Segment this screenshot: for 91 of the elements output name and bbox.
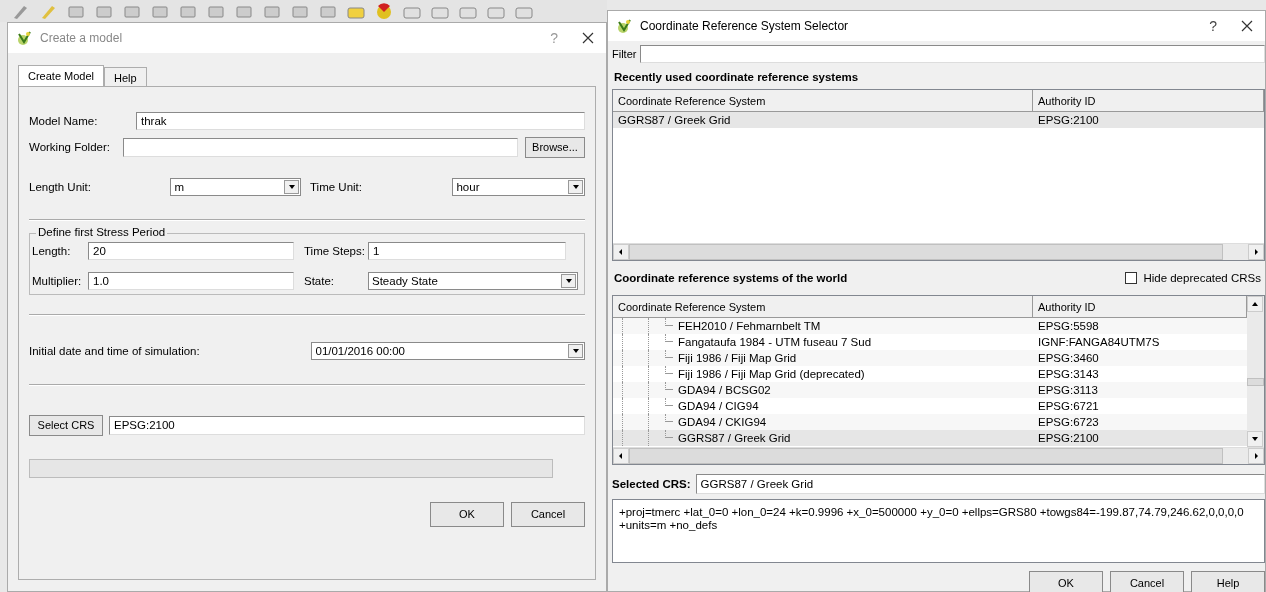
proj-definition-text: +proj=tmerc +lat_0=0 +lon_0=24 +k=0.9996 +x_0=500000 +y_0=0 +ellps=GRS80 +towgs84=-199.87,74.79,246.62,0,0,0,0 +units=m +no_defs xyxy=(612,499,1265,563)
table-row[interactable]: GGRS87 / Greek Grid EPSG:2100 xyxy=(613,112,1264,128)
field-label: Working Folder: xyxy=(29,141,111,153)
scroll-right-button[interactable] xyxy=(1248,448,1264,464)
table-cell-text: EPSG:3113 xyxy=(1037,384,1099,396)
input-field[interactable]: 20 xyxy=(88,242,294,260)
input-field[interactable]: 1 xyxy=(368,242,566,260)
table-cell-text: GDA94 / BCSG02 xyxy=(677,384,772,396)
field-label: Filter xyxy=(612,48,637,60)
table-cell-text: EPSG:6723 xyxy=(1037,416,1100,428)
filter-field[interactable] xyxy=(640,45,1265,63)
window-title: Create a model xyxy=(40,31,124,45)
field-label: Length: xyxy=(32,245,72,257)
dropdown[interactable]: m xyxy=(170,178,301,196)
input-field[interactable]: EPSG:2100 xyxy=(109,415,585,435)
field-label: Selected CRS: xyxy=(612,478,692,490)
app-logo-icon xyxy=(616,18,632,34)
input-field[interactable]: thrak xyxy=(136,112,585,130)
caret-left-icon xyxy=(617,248,625,256)
help-button[interactable]: ? xyxy=(1193,18,1233,34)
input-field[interactable]: GGRS87 / Greek Grid xyxy=(695,474,1265,494)
scrollbar-thumb[interactable] xyxy=(1247,377,1264,386)
table-cell-text: GGRS87 / Greek Grid xyxy=(677,432,792,444)
tab[interactable]: Create Model xyxy=(18,65,105,87)
caret-down-icon xyxy=(571,347,580,355)
field-label: Time Steps: xyxy=(303,245,366,257)
window-title: Coordinate Reference System Selector xyxy=(640,19,850,33)
tree-item[interactable]: GGRS87 / Greek Grid EPSG:2100 xyxy=(613,430,1247,446)
checkbox[interactable] xyxy=(1125,272,1138,284)
table-cell-text: IGNF:FANGA84UTM7S xyxy=(1037,336,1161,348)
help-button[interactable]: Help xyxy=(1191,571,1265,592)
table-cell-text: EPSG:2100 xyxy=(1037,432,1100,444)
field-label: Multiplier: xyxy=(32,275,83,287)
caret-right-icon xyxy=(1252,248,1260,256)
browse-button[interactable]: Browse... xyxy=(525,136,585,158)
table-cell-text: EPSG:6721 xyxy=(1037,400,1100,412)
scroll-up-button[interactable] xyxy=(1247,296,1263,312)
field-label: State: xyxy=(303,275,336,287)
field-label: Model Name: xyxy=(29,115,99,127)
scroll-down-button[interactable] xyxy=(1247,431,1263,447)
field-label: Time Unit: xyxy=(309,181,363,193)
caret-down-icon xyxy=(1251,435,1259,443)
scroll-left-button[interactable] xyxy=(613,448,629,464)
section-heading: Coordinate reference systems of the world xyxy=(614,272,848,284)
table-cell-text: EPSG:3143 xyxy=(1037,368,1100,380)
tree-item[interactable]: Fiji 1986 / Fiji Map Grid EPSG:3460 xyxy=(613,350,1247,366)
dropdown[interactable]: hour xyxy=(452,178,585,196)
input-field[interactable] xyxy=(123,137,518,157)
date-time-picker[interactable]: 01/01/2016 00:00 xyxy=(311,342,585,360)
field-label: Length Unit: xyxy=(29,181,92,193)
caret-down-icon xyxy=(287,183,296,191)
close-icon[interactable] xyxy=(582,32,594,44)
dropdown[interactable]: Steady State xyxy=(368,272,578,290)
select-crs-button[interactable]: Select CRS xyxy=(29,414,103,436)
tree-item[interactable]: FEH2010 / Fehmarnbelt TM EPSG:5598 xyxy=(613,318,1247,334)
close-icon[interactable] xyxy=(1241,20,1253,32)
table-cell-text: GDA94 / CKIG94 xyxy=(677,416,768,428)
table-cell-text: GGRS87 / Greek Grid xyxy=(617,114,732,126)
column-header[interactable]: Coordinate Reference System xyxy=(613,296,1033,317)
caret-right-icon xyxy=(1252,452,1260,460)
vertical-scrollbar[interactable] xyxy=(1247,296,1264,447)
scroll-right-button[interactable] xyxy=(1248,244,1264,260)
ok-button[interactable]: OK xyxy=(430,501,504,527)
group-title: Define first Stress Period xyxy=(36,226,168,238)
cancel-button[interactable]: Cancel xyxy=(1110,571,1184,592)
tree-item[interactable]: GDA94 / BCSG02 EPSG:3113 xyxy=(613,382,1247,398)
table-cell-text: EPSG:3460 xyxy=(1037,352,1100,364)
input-field[interactable]: 1.0 xyxy=(88,272,294,290)
caret-left-icon xyxy=(617,452,625,460)
table-cell-text: EPSG:2100 xyxy=(1037,114,1100,126)
scroll-left-button[interactable] xyxy=(613,244,629,260)
ok-button[interactable]: OK xyxy=(1029,571,1103,592)
table-cell-text: GDA94 / CIG94 xyxy=(677,400,760,412)
tree-item[interactable]: GDA94 / CKIG94 EPSG:6723 xyxy=(613,414,1247,430)
section-heading: Recently used coordinate reference systems xyxy=(613,69,860,85)
caret-down-icon xyxy=(571,183,580,191)
column-header[interactable]: Coordinate Reference System xyxy=(613,90,1033,111)
table-cell-text: EPSG:5598 xyxy=(1037,320,1100,332)
field-label: Initial date and time of simulation: xyxy=(29,345,201,357)
column-header[interactable]: Authority ID xyxy=(1033,90,1264,111)
cancel-button[interactable]: Cancel xyxy=(511,501,585,527)
table-cell-text: FEH2010 / Fehmarnbelt TM xyxy=(677,320,822,332)
app-logo-icon xyxy=(16,30,32,46)
pie-icon[interactable] xyxy=(374,3,394,19)
caret-down-icon xyxy=(564,277,573,285)
table-cell-text: Fangataufa 1984 - UTM fuseau 7 Sud xyxy=(677,336,873,348)
table-cell-text: Fiji 1986 / Fiji Map Grid (deprecated) xyxy=(677,368,866,380)
table-cell-text: Fiji 1986 / Fiji Map Grid xyxy=(677,352,798,364)
caret-up-icon xyxy=(1251,300,1259,308)
tab[interactable]: Help xyxy=(104,67,147,87)
checkbox-label: Hide deprecated CRSs xyxy=(1143,272,1261,284)
